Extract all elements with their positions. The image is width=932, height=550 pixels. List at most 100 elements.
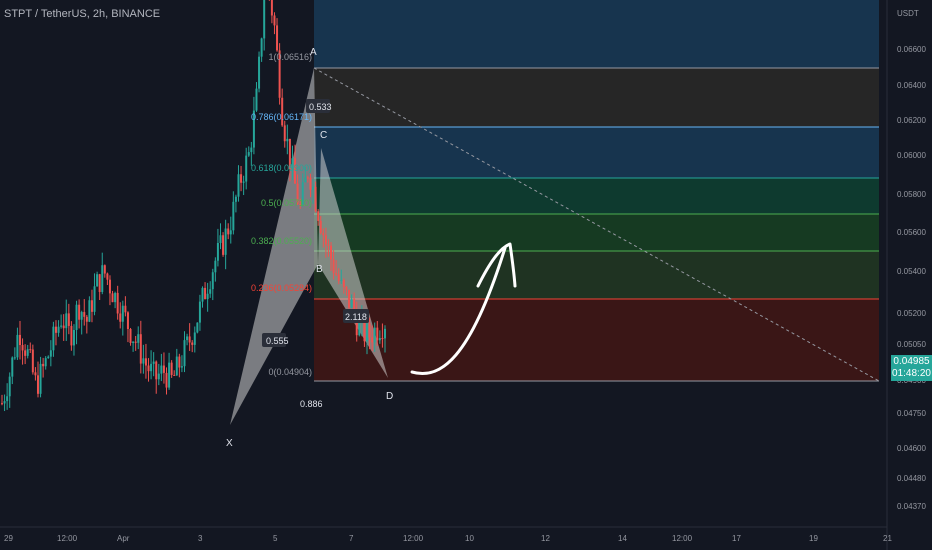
point-label-d: D xyxy=(386,391,393,402)
candle-body xyxy=(312,186,315,190)
price-tick-label: 0.06400 xyxy=(897,81,926,90)
candle-body xyxy=(276,25,279,51)
ratio-label-xb: 0.555 xyxy=(266,336,289,346)
ratio-label-xd: 0.886 xyxy=(300,399,323,409)
time-tick-label: 14 xyxy=(618,534,627,543)
fib-zone-above xyxy=(314,0,879,68)
candle-body xyxy=(170,362,173,375)
time-tick-label: 12:00 xyxy=(672,534,693,543)
candle-body xyxy=(224,228,227,255)
candle-body xyxy=(366,323,369,342)
candle-body xyxy=(147,365,150,372)
candle-body xyxy=(335,273,338,275)
candle-body xyxy=(116,292,119,314)
candle-body xyxy=(124,305,127,313)
candle-body xyxy=(232,201,235,231)
price-tick-label: 0.04480 xyxy=(897,474,926,483)
candle-body xyxy=(29,349,32,351)
candle-body xyxy=(214,260,217,273)
time-tick-label: 17 xyxy=(732,534,741,543)
price-tick-label: 0.04600 xyxy=(897,444,926,453)
fib-zone-0236-0 xyxy=(314,299,879,381)
candle-body xyxy=(85,316,88,322)
candle-body xyxy=(350,299,353,308)
price-chart[interactable]: 1(0.06516) 0.786(0.06171) 0.618(0.05900)… xyxy=(0,0,932,550)
candle-body xyxy=(204,287,207,300)
candle-body xyxy=(96,274,99,287)
candle-body xyxy=(211,272,214,290)
candle-body xyxy=(129,328,132,343)
price-axis[interactable]: USDT 0.06600 0.06400 0.06200 0.06000 0.05800… xyxy=(886,0,926,550)
candle-body xyxy=(78,304,81,320)
candle-body xyxy=(42,363,45,367)
candle-body xyxy=(21,345,24,351)
fib-zone-05-0382 xyxy=(314,214,879,251)
candle-body xyxy=(209,289,212,294)
candle-body xyxy=(34,372,37,376)
candle-body xyxy=(60,325,63,327)
candle-body xyxy=(368,323,371,338)
candle-body xyxy=(286,138,289,142)
fib-zone-1-0786 xyxy=(314,68,879,127)
candle-body xyxy=(62,325,65,329)
fib-label-0786: 0.786(0.06171) xyxy=(251,112,312,122)
fib-zones xyxy=(313,0,880,382)
candle-body xyxy=(152,361,155,364)
candle-body xyxy=(80,312,83,320)
candle-body xyxy=(309,177,312,190)
current-price-badge: 0.04985 01:48:20 xyxy=(891,355,932,381)
candle-body xyxy=(216,243,219,261)
candle-body xyxy=(18,334,21,346)
candle-body xyxy=(384,328,386,339)
candle-body xyxy=(36,375,39,394)
candle-body xyxy=(242,181,245,183)
price-tick-label: 0.05800 xyxy=(897,190,926,199)
price-tick-label: 0.05050 xyxy=(897,340,926,349)
candle-body xyxy=(1,403,3,405)
chart-title: STPT / TetherUS, 2h, BINANCE xyxy=(4,8,161,20)
candle-body xyxy=(3,401,6,404)
candle-body xyxy=(178,356,181,368)
ratio-label-ac: 0.533 xyxy=(309,102,332,112)
candle-body xyxy=(31,349,34,373)
candle-body xyxy=(188,336,191,343)
candle-body xyxy=(165,372,168,388)
candle-body xyxy=(330,245,333,260)
candle-body xyxy=(134,341,137,343)
candle-body xyxy=(144,358,147,366)
candle-body xyxy=(373,327,376,343)
candle-body xyxy=(245,155,248,182)
candle-body xyxy=(260,38,263,57)
candle-body xyxy=(306,177,309,179)
time-tick-label: 12 xyxy=(541,534,550,543)
price-tick-label: 0.06600 xyxy=(897,45,926,54)
candle-body xyxy=(198,301,201,323)
candle-body xyxy=(237,174,240,197)
candle-body xyxy=(206,293,209,300)
time-axis[interactable]: 29 12:00 Apr 3 5 7 12:00 10 12 14 12:00 17 19 21 xyxy=(0,526,892,543)
candle-body xyxy=(83,312,86,317)
candle-body xyxy=(304,177,307,183)
candle-body xyxy=(72,330,75,346)
candle-body xyxy=(193,332,196,345)
fib-label-05: 0.5(0.05710) xyxy=(261,198,312,208)
candle-body xyxy=(137,334,140,343)
time-tick-label: 12:00 xyxy=(403,534,424,543)
candle-body xyxy=(270,0,273,16)
candle-body xyxy=(70,325,73,346)
candle-body xyxy=(103,265,106,274)
candle-body xyxy=(345,286,348,290)
candle-body xyxy=(175,356,178,376)
candle-body xyxy=(234,196,237,202)
price-tick-label: 0.05400 xyxy=(897,267,926,276)
time-tick-label: 10 xyxy=(465,534,474,543)
candle-body xyxy=(13,357,16,359)
candle-body xyxy=(186,336,189,341)
candle-body xyxy=(324,235,327,245)
candle-body xyxy=(39,363,42,394)
candle-body xyxy=(11,357,14,377)
fib-zone-0786-0618 xyxy=(314,127,879,178)
candle-body xyxy=(155,361,158,380)
candle-body xyxy=(26,349,29,356)
candle-body xyxy=(342,279,345,287)
